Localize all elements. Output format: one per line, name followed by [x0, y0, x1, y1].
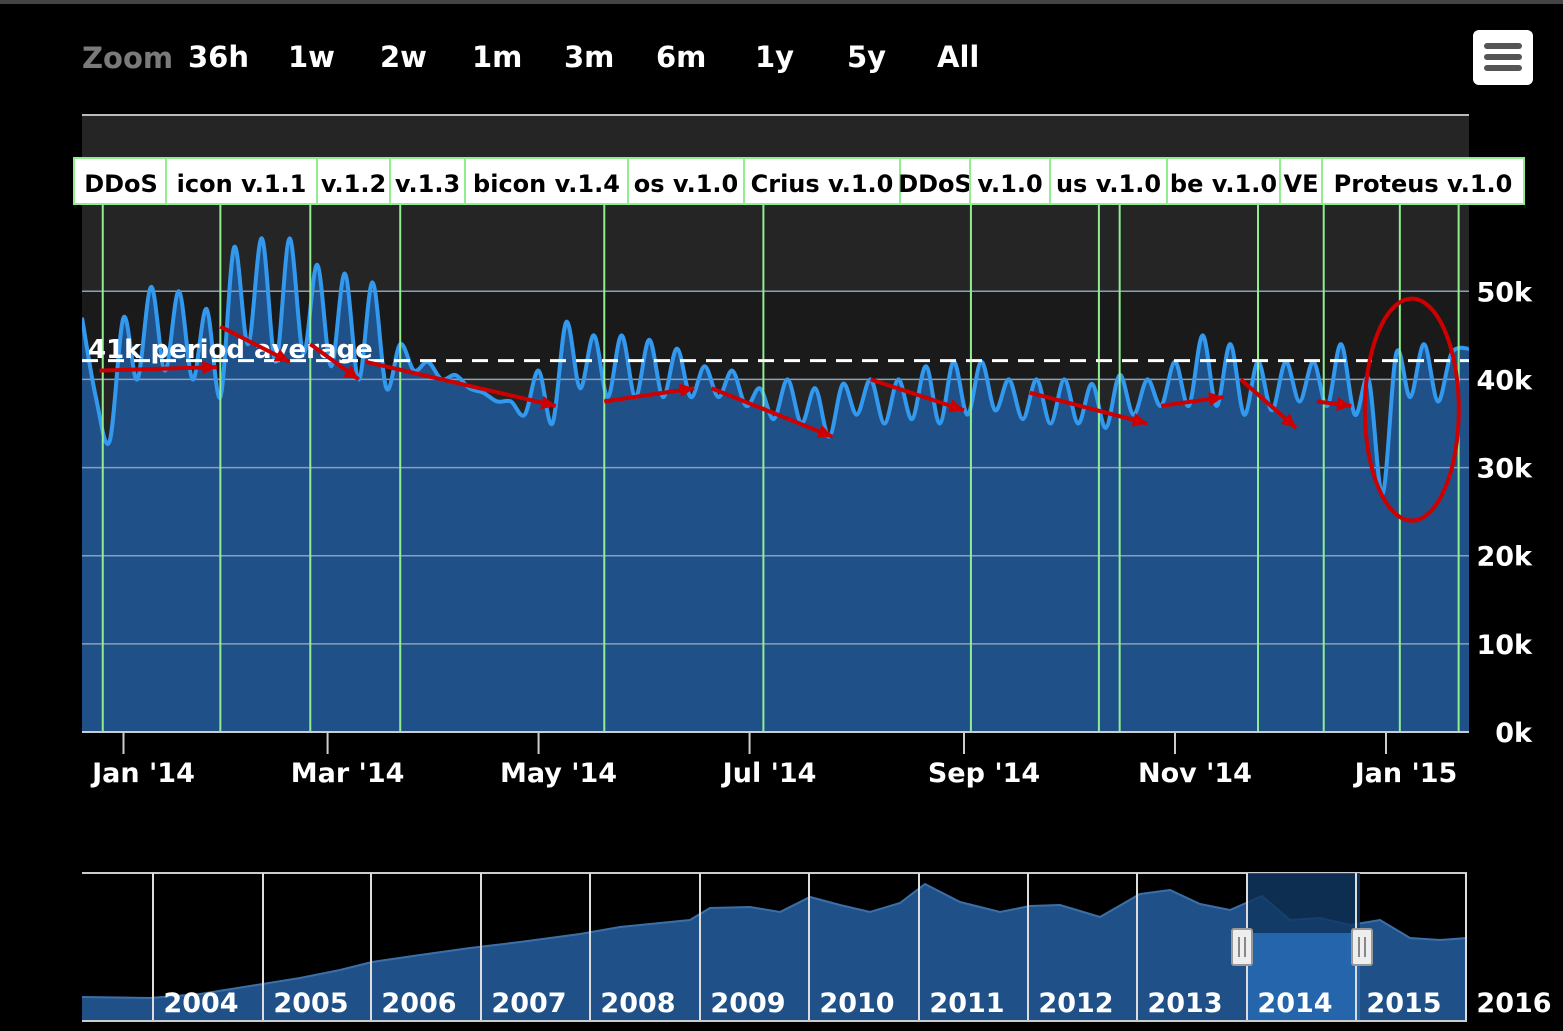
svg-text:icon v.1.1: icon v.1.1 — [177, 170, 307, 198]
flag-label[interactable]: bicon v.1.4 — [464, 157, 629, 205]
x-tick-label: May '14 — [500, 758, 617, 789]
svg-text:v.1.3: v.1.3 — [395, 170, 460, 198]
flag-label[interactable]: Proteus v.1.0 — [1321, 157, 1525, 205]
chart: 41k period average DDoS icon v.1.1 v.1.2 v.… — [73, 114, 1552, 1022]
svg-text:Crius v.1.0: Crius v.1.0 — [751, 170, 894, 198]
x-tick-label: Sep '14 — [928, 758, 1040, 789]
y-tick-label: 20k — [1476, 542, 1533, 573]
flag-label[interactable]: v.1.2 — [316, 157, 391, 205]
flag-label[interactable]: Crius v.1.0 — [743, 157, 901, 205]
svg-text:us v.1.0: us v.1.0 — [1056, 170, 1161, 198]
svg-text:os v.1.0: os v.1.0 — [634, 170, 738, 198]
navigator-year-label: 2016 — [1476, 988, 1551, 1019]
x-tick-label: Jan '15 — [1353, 758, 1458, 789]
navigator-year-label: 2005 — [273, 988, 348, 1019]
navigator-year-label: 2015 — [1366, 988, 1441, 1019]
navigator-year-label: 2009 — [710, 988, 785, 1019]
navigator-handle[interactable] — [1351, 928, 1373, 966]
flag-label[interactable]: v.1.3 — [389, 157, 466, 205]
navigator-year-label: 2004 — [163, 988, 238, 1019]
navigator-year-label: 2014 — [1257, 988, 1332, 1019]
flag-label[interactable]: VE — [1279, 157, 1323, 205]
navigator-year-label: 2011 — [929, 988, 1004, 1019]
navigator-year-label: 2010 — [819, 988, 894, 1019]
y-tick-label: 50k — [1476, 277, 1533, 308]
y-tick-label: 40k — [1476, 365, 1533, 396]
x-tick-label: Jul '14 — [721, 758, 817, 789]
navigator-year-label: 2013 — [1147, 988, 1222, 1019]
flag-label[interactable]: DDoS — [898, 157, 972, 205]
x-tick-label: Mar '14 — [291, 758, 405, 789]
x-tick-label: Nov '14 — [1138, 758, 1252, 789]
flag-label[interactable]: DDoS — [73, 157, 169, 205]
navigator-handle[interactable] — [1231, 928, 1253, 966]
svg-text:Proteus v.1.0: Proteus v.1.0 — [1334, 170, 1513, 198]
navigator-year-label: 2012 — [1038, 988, 1113, 1019]
flag-label[interactable]: us v.1.0 — [1049, 157, 1168, 205]
flag-label[interactable]: be v.1.0 — [1166, 157, 1281, 205]
flag-label[interactable]: v.1.0 — [969, 157, 1051, 205]
svg-text:v.1.2: v.1.2 — [321, 170, 386, 198]
svg-text:be v.1.0: be v.1.0 — [1170, 170, 1277, 198]
svg-text:VE: VE — [1284, 170, 1319, 198]
y-tick-label: 10k — [1476, 630, 1533, 661]
flag-label[interactable]: icon v.1.1 — [165, 157, 318, 205]
navigator-year-label: 2008 — [600, 988, 675, 1019]
flag-label[interactable]: os v.1.0 — [627, 157, 745, 205]
svg-text:bicon v.1.4: bicon v.1.4 — [473, 170, 620, 198]
navigator-year-label: 2006 — [381, 988, 456, 1019]
navigator-selection-top — [1247, 873, 1360, 933]
svg-text:DDoS: DDoS — [84, 170, 158, 198]
navigator-year-label: 2007 — [491, 988, 566, 1019]
x-tick-label: Jan '14 — [90, 758, 195, 789]
svg-text:DDoS: DDoS — [898, 170, 972, 198]
y-tick-label: 0k — [1495, 718, 1533, 749]
svg-text:v.1.0: v.1.0 — [977, 170, 1042, 198]
y-tick-label: 30k — [1476, 454, 1533, 485]
